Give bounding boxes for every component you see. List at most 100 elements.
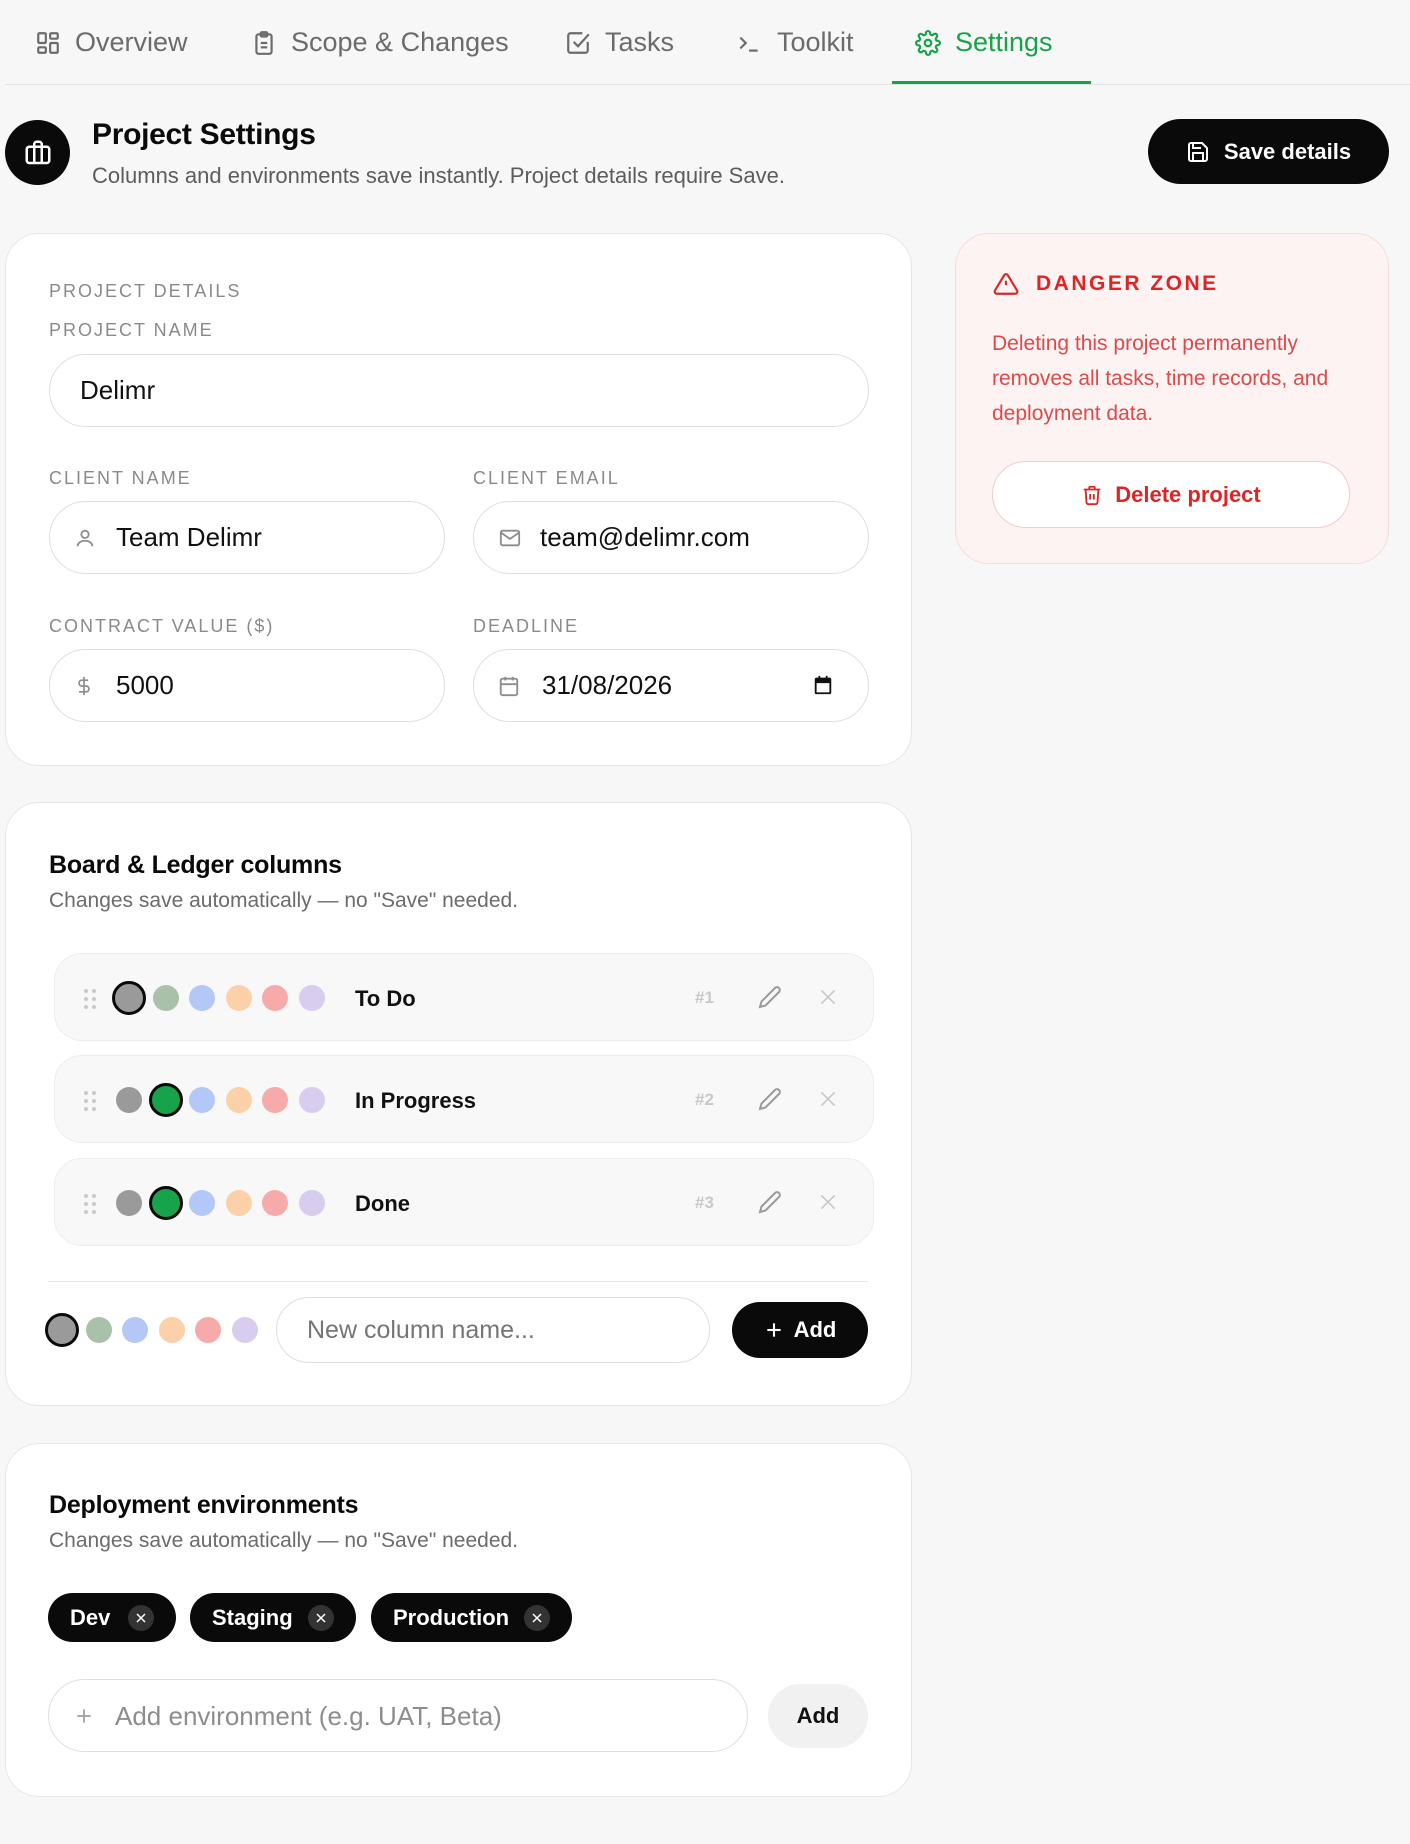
color-swatch[interactable] [112,981,146,1015]
close-icon[interactable] [818,1192,838,1212]
pencil-icon[interactable] [758,1087,782,1111]
user-icon [74,527,96,549]
delete-project-label: Delete project [1115,481,1261,507]
color-swatch[interactable] [122,1317,148,1343]
column-row: To Do #1 [54,953,874,1041]
color-swatch[interactable] [85,1317,112,1343]
project-name-input[interactable]: Delimr [49,354,869,427]
color-swatch[interactable] [152,985,179,1011]
tab-tasks[interactable]: Tasks [565,0,674,85]
column-row: Done #3 [54,1158,874,1246]
color-swatch[interactable] [262,1087,288,1113]
environment-name: Staging [212,1604,293,1630]
color-swatch[interactable] [189,1190,215,1216]
add-environment-button[interactable]: Add [768,1684,868,1748]
color-swatch[interactable] [189,1087,215,1113]
contract-value-value: 5000 [116,670,174,700]
drag-handle-icon[interactable] [83,1090,97,1112]
page-subtitle: Columns and environments save instantly.… [92,163,785,188]
save-icon [1186,140,1210,164]
tab-settings[interactable]: Settings [915,0,1053,85]
columns-subtitle: Changes save automatically — no "Save" n… [49,889,519,912]
close-icon[interactable] [818,987,838,1007]
tab-label: Overview [75,27,188,57]
color-swatch[interactable] [225,1190,252,1216]
environments-subtitle: Changes save automatically — no "Save" n… [49,1529,519,1552]
pencil-icon[interactable] [758,985,782,1009]
column-name: In Progress [355,1088,477,1113]
environment-chip-staging: Staging [190,1593,356,1642]
date-picker-icon[interactable] [812,674,834,696]
deadline-value: 31/08/2026 [542,670,673,700]
client-email-label: CLIENT EMAIL [473,468,620,488]
client-name-value: Team Delimr [116,522,262,552]
color-swatch[interactable] [298,1190,325,1216]
tab-scope-changes[interactable]: Scope & Changes [251,0,509,85]
environment-name: Production [393,1604,510,1630]
add-column-button[interactable]: Add [732,1302,868,1358]
add-environment-placeholder: Add environment (e.g. UAT, Beta) [115,1701,502,1731]
column-number: #2 [695,1090,714,1109]
color-swatch[interactable] [158,1317,185,1343]
color-swatch[interactable] [225,985,252,1011]
column-name: Done [355,1191,410,1216]
close-icon[interactable] [818,1089,838,1109]
gear-icon [915,29,941,56]
drag-handle-icon[interactable] [83,988,97,1010]
checkbox-icon [565,30,591,56]
dollar-icon [74,674,94,698]
deadline-input[interactable]: 31/08/2026 [473,649,869,722]
color-swatch[interactable] [148,1186,183,1220]
project-details-card: PROJECT DETAILS PROJECT NAME Delimr CLIE… [5,233,912,766]
tab-bar: Overview Scope & Changes Tasks Toolkit S… [5,0,1410,85]
client-email-value: team@delimr.com [540,522,750,552]
drag-handle-icon[interactable] [83,1193,97,1215]
color-swatch[interactable] [148,1083,183,1117]
add-column-label: Add [793,1317,837,1342]
mail-icon [498,527,522,549]
tab-toolkit[interactable]: Toolkit [735,0,854,85]
color-swatch[interactable] [116,1087,142,1113]
terminal-icon [735,30,763,56]
briefcase-icon [5,120,70,185]
trash-icon [1081,483,1103,507]
warning-icon [992,271,1020,297]
tab-label: Scope & Changes [291,27,509,57]
environments-title: Deployment environments [49,1491,359,1519]
grid-icon [35,30,61,56]
environment-name: Dev [70,1604,111,1630]
remove-icon[interactable] [128,1605,154,1631]
color-swatch[interactable] [195,1317,221,1343]
column-name: To Do [355,986,416,1011]
add-environment-input[interactable]: Add environment (e.g. UAT, Beta) [48,1679,748,1752]
color-swatch[interactable] [262,1190,288,1216]
project-name-value: Delimr [80,375,156,405]
contract-value-input[interactable]: 5000 [49,649,445,722]
deadline-label: DEADLINE [473,616,580,636]
danger-zone-title: DANGER ZONE [1036,272,1219,295]
new-column-input[interactable] [276,1297,710,1363]
color-swatch[interactable] [298,985,325,1011]
color-swatch[interactable] [116,1190,142,1216]
active-tab-indicator [892,81,1091,84]
client-name-input[interactable]: Team Delimr [49,501,445,574]
column-row: In Progress #2 [54,1055,874,1143]
tab-label: Tasks [605,27,675,57]
delete-project-button[interactable]: Delete project [992,461,1350,528]
plus-icon [764,1320,784,1340]
remove-icon[interactable] [524,1605,550,1631]
column-number: #1 [695,988,714,1007]
color-swatch[interactable] [231,1317,258,1343]
tab-overview[interactable]: Overview [35,0,188,85]
client-email-input[interactable]: team@delimr.com [473,501,869,574]
save-details-button[interactable]: Save details [1148,119,1389,184]
remove-icon[interactable] [308,1605,334,1631]
color-swatch[interactable] [225,1087,252,1113]
pencil-icon[interactable] [758,1190,782,1214]
color-swatch[interactable] [45,1313,79,1347]
tab-label: Toolkit [777,27,854,57]
color-swatch[interactable] [298,1087,325,1113]
color-swatch[interactable] [189,985,215,1011]
calendar-icon [498,675,520,697]
color-swatch[interactable] [262,985,288,1011]
